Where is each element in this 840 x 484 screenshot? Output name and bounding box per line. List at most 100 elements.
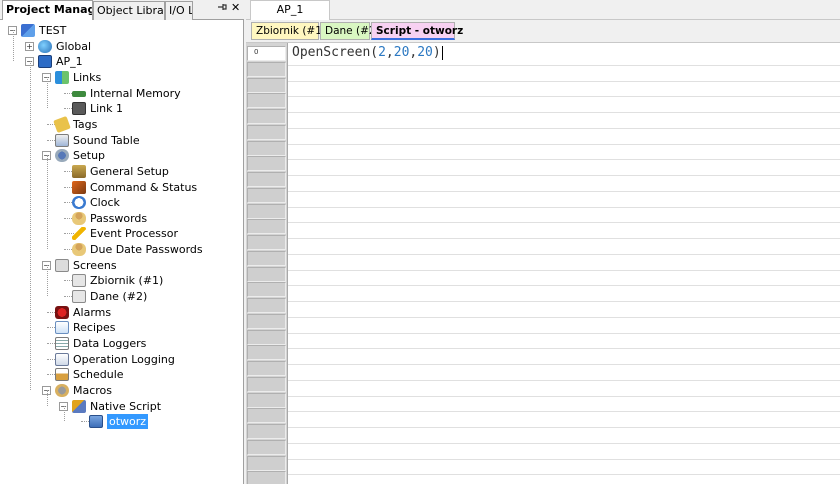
gutter-cell[interactable] xyxy=(247,266,286,282)
editor-row-line xyxy=(288,64,840,66)
close-icon[interactable]: ✕ xyxy=(231,1,240,14)
tree-node-data-loggers[interactable]: Data Loggers xyxy=(0,336,244,351)
tree-node-ap1[interactable]: − AP_1 xyxy=(0,54,244,69)
tree-node-screens[interactable]: − Screens xyxy=(0,258,244,273)
tree-guide-line xyxy=(47,76,48,109)
gutter-cell[interactable] xyxy=(247,298,286,313)
gutter-cell[interactable] xyxy=(247,439,286,455)
tree-node-operation-logging[interactable]: Operation Logging xyxy=(0,352,244,367)
globe-icon xyxy=(38,39,52,53)
tab-script-otworz[interactable]: Script - otworz xyxy=(371,22,463,40)
gutter-cell[interactable] xyxy=(247,77,286,93)
gutter-cell[interactable] xyxy=(247,392,286,408)
gutter-cell[interactable] xyxy=(247,156,286,172)
tree-node-alarms[interactable]: Alarms xyxy=(0,305,244,320)
tab-zbiornik[interactable]: Zbiornik (#1) xyxy=(251,22,326,40)
panel-icon xyxy=(38,55,52,69)
gutter-cell[interactable] xyxy=(247,376,286,392)
recipes-icon xyxy=(55,321,69,335)
tab-object-library[interactable]: Object Library xyxy=(93,1,165,20)
tree-node-otworz[interactable]: otworz xyxy=(0,414,244,430)
tree-label: Dane (#2) xyxy=(90,290,148,304)
tree-guide-line xyxy=(64,405,65,422)
tree-node-links[interactable]: − Links xyxy=(0,70,244,85)
gutter-cell[interactable] xyxy=(247,140,286,156)
gutter-cell[interactable] xyxy=(247,313,286,329)
gutter-cell[interactable] xyxy=(247,109,286,124)
code-arg-3: 20 xyxy=(417,45,433,60)
expand-icon[interactable]: + xyxy=(25,41,34,51)
editor-row-line xyxy=(288,269,840,271)
tree-node-native-script[interactable]: − Native Script xyxy=(0,399,244,414)
screen-tab-strip: Zbiornik (#1) Dane (#2) Script - otworz xyxy=(246,20,840,42)
editor-row-line xyxy=(288,127,840,129)
editor-row-line xyxy=(288,474,840,476)
script-editor[interactable]: 0 OpenScreen(2,20,20) xyxy=(246,42,840,484)
line-gutter: 0 xyxy=(246,43,288,484)
tree-label: General Setup xyxy=(90,164,169,178)
tree-label: AP_1 xyxy=(56,55,83,69)
gutter-cell[interactable] xyxy=(247,187,286,203)
editor-row-line xyxy=(288,316,840,318)
tree-node-macros[interactable]: − Macros xyxy=(0,383,244,398)
tree-node-schedule[interactable]: Schedule xyxy=(0,367,244,382)
gutter-cell[interactable] xyxy=(247,345,286,361)
editor-row-line xyxy=(288,253,840,255)
project-manager-panel: Project Manager Object Library I/O L ✕ −… xyxy=(0,0,244,484)
gutter-cell[interactable] xyxy=(247,203,286,219)
editor-row-line xyxy=(288,427,840,428)
tree-guide-line xyxy=(47,155,48,250)
tree-node-link1[interactable]: Link 1 xyxy=(0,101,244,116)
gutter-cell[interactable] xyxy=(247,250,286,266)
gutter-cell[interactable] xyxy=(247,282,286,298)
pin-icon[interactable] xyxy=(217,2,227,15)
tree-node-zbiornik[interactable]: Zbiornik (#1) xyxy=(0,273,244,288)
tree-node-sound-table[interactable]: Sound Table xyxy=(0,133,244,148)
tab-io-links[interactable]: I/O L xyxy=(165,1,193,20)
tree-label: Schedule xyxy=(73,368,124,382)
logger-icon xyxy=(55,337,69,350)
tree-label: Global xyxy=(56,39,92,53)
tree-node-setup[interactable]: − Setup xyxy=(0,148,244,163)
gutter-cell[interactable] xyxy=(247,219,286,235)
tree-label: Sound Table xyxy=(73,133,140,147)
gutter-cell[interactable] xyxy=(247,424,286,439)
gutter-cell[interactable] xyxy=(247,235,286,250)
tree-node-passwords[interactable]: Passwords xyxy=(0,211,244,226)
tree-node-dane[interactable]: Dane (#2) xyxy=(0,289,244,304)
tree-label: otworz xyxy=(107,414,149,430)
gutter-cell[interactable] xyxy=(247,124,286,140)
schedule-icon xyxy=(55,368,69,382)
gutter-cell[interactable] xyxy=(247,93,286,109)
document-tab-ap1[interactable]: AP_1 xyxy=(250,0,330,20)
tree-guide-line xyxy=(30,61,31,390)
gutter-cell[interactable] xyxy=(247,361,286,376)
tree-label: Command & Status xyxy=(90,180,198,194)
gutter-cell[interactable] xyxy=(247,172,286,187)
tab-project-manager[interactable]: Project Manager xyxy=(2,0,93,20)
tree-node-tags[interactable]: Tags xyxy=(0,115,244,133)
tree-node-internal-memory[interactable]: Internal Memory xyxy=(0,86,244,101)
tree-node-event-processor[interactable]: Event Processor xyxy=(0,226,244,241)
tree-node-command-status[interactable]: Command & Status xyxy=(0,180,244,195)
code-close-paren: ) xyxy=(432,45,441,60)
tree-node-clock[interactable]: Clock xyxy=(0,195,244,210)
gutter-cell[interactable] xyxy=(247,471,286,484)
code-line-0[interactable]: OpenScreen(2,20,20) xyxy=(292,45,443,61)
clock-icon xyxy=(72,196,86,210)
gutter-cell[interactable]: 0 xyxy=(247,46,286,61)
tree-node-recipes[interactable]: Recipes xyxy=(0,320,244,335)
gutter-cell[interactable] xyxy=(247,329,286,345)
editor-row-line xyxy=(288,332,840,334)
tree-node-due-date-passwords[interactable]: Due Date Passwords xyxy=(0,242,244,257)
editor-row-line xyxy=(288,458,840,460)
memory-icon xyxy=(72,90,86,97)
tree-node-test[interactable]: − TEST xyxy=(0,23,244,38)
gutter-cell[interactable] xyxy=(247,408,286,424)
gutter-cell[interactable] xyxy=(247,61,286,77)
tree-node-general-setup[interactable]: General Setup xyxy=(0,164,244,179)
tab-dane[interactable]: Dane (#2) xyxy=(320,22,380,40)
tree-node-global[interactable]: + Global xyxy=(0,39,244,54)
editor-row-line xyxy=(288,143,840,145)
gutter-cell[interactable] xyxy=(247,455,286,471)
